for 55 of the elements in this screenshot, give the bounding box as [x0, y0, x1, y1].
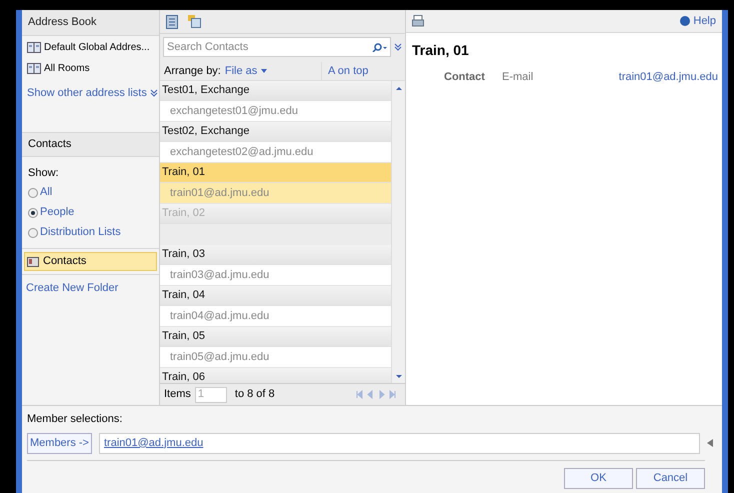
- contact-card-icon: [27, 256, 39, 266]
- contact-name: Test01, Exchange: [162, 83, 250, 98]
- members-button[interactable]: Members ->: [27, 432, 92, 454]
- contact-email: train03@ad.jmu.edu: [170, 268, 270, 283]
- help-button[interactable]: Help: [680, 12, 716, 30]
- contact-item[interactable]: Train, 06: [160, 368, 391, 383]
- radio-option[interactable]: All: [28, 185, 153, 200]
- search-input[interactable]: Search Contacts: [167, 38, 371, 56]
- contact-email: train01@ad.jmu.edu: [170, 186, 270, 201]
- show-label: Show:: [27, 166, 60, 180]
- contact-email: train05@ad.jmu.edu: [170, 350, 270, 365]
- radio-option[interactable]: People: [28, 205, 153, 220]
- book-icon: [27, 63, 41, 74]
- expand-icon[interactable]: [150, 89, 158, 98]
- panel-header: Contacts: [22, 132, 159, 156]
- contact-email: exchangetest02@ad.jmu.edu: [170, 144, 314, 160]
- contact-name: Train, 04: [162, 288, 206, 304]
- book-icon: [27, 42, 41, 53]
- list-view-icon[interactable]: [166, 14, 178, 28]
- contact-name: Test02, Exchange: [162, 124, 250, 140]
- create-folder-link[interactable]: Create New Folder: [22, 280, 159, 296]
- dialog-button[interactable]: Cancel: [636, 468, 705, 488]
- contact-title: Train, 01: [411, 41, 470, 60]
- card-view-icon[interactable]: [188, 15, 201, 28]
- items-range: to 8 of 8: [234, 387, 275, 402]
- members-field[interactable]: train01@ad.jmu.edu: [99, 432, 700, 454]
- print-icon[interactable]: [412, 15, 424, 27]
- field-label: E-mail: [502, 70, 534, 85]
- contact-email: train04@ad.jmu.edu: [170, 308, 270, 324]
- search-icon[interactable]: [371, 42, 387, 52]
- member-selections-label: Member selections:: [27, 412, 124, 427]
- dialog-button[interactable]: OK: [564, 468, 633, 488]
- address-list-item[interactable]: Default Global Addres...: [26, 39, 155, 56]
- contact-name: Train, 05: [162, 329, 206, 344]
- panel-header: Address Book: [22, 10, 159, 36]
- contact-name: Train, 01: [162, 165, 206, 180]
- items-label: Items: [164, 387, 191, 402]
- arrange-label: Arrange by:: [163, 64, 222, 79]
- section-label: Contact: [444, 70, 486, 85]
- radio-option[interactable]: Distribution Lists: [28, 225, 153, 240]
- show-address-lists-link[interactable]: Show other address lists: [26, 85, 155, 102]
- collapse-icon[interactable]: [707, 439, 713, 447]
- contact-name: Train, 06: [162, 370, 206, 383]
- contact-name: Train, 02: [162, 206, 206, 222]
- contact-email: exchangetest01@jmu.edu: [170, 104, 298, 119]
- folder-item[interactable]: Contacts: [24, 252, 157, 271]
- caret-icon: [261, 69, 268, 73]
- search-field[interactable]: Search Contacts: [163, 37, 391, 57]
- page-field[interactable]: 1: [194, 386, 227, 402]
- email-link[interactable]: train01@ad.jmu.edu: [618, 69, 718, 86]
- contact-name: Train, 03: [162, 247, 206, 262]
- arrange-dropdown[interactable]: File as: [224, 62, 268, 80]
- sort-order-button[interactable]: A on top: [321, 62, 391, 80]
- address-list-item[interactable]: All Rooms: [26, 60, 155, 77]
- expand-icon[interactable]: [394, 43, 402, 51]
